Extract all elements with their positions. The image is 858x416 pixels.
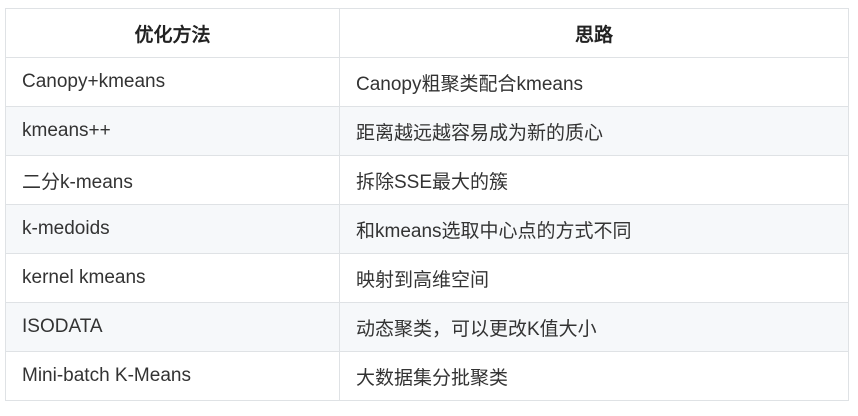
cell-method: kmeans++ — [5, 106, 340, 156]
table-row: Canopy+kmeans Canopy粗聚类配合kmeans — [5, 57, 849, 107]
table-row: 二分k-means 拆除SSE最大的簇 — [5, 155, 849, 205]
table-row: k-medoids 和kmeans选取中心点的方式不同 — [5, 204, 849, 254]
cell-method: k-medoids — [5, 204, 340, 254]
comparison-table: 优化方法 思路 Canopy+kmeans Canopy粗聚类配合kmeans … — [5, 8, 849, 401]
cell-idea: 距离越远越容易成为新的质心 — [339, 106, 849, 156]
table-row: kernel kmeans 映射到高维空间 — [5, 253, 849, 303]
cell-method: Mini-batch K-Means — [5, 351, 340, 401]
comparison-table-container: 优化方法 思路 Canopy+kmeans Canopy粗聚类配合kmeans … — [5, 8, 849, 401]
cell-method: ISODATA — [5, 302, 340, 352]
cell-idea: 和kmeans选取中心点的方式不同 — [339, 204, 849, 254]
cell-idea: Canopy粗聚类配合kmeans — [339, 57, 849, 107]
cell-idea: 大数据集分批聚类 — [339, 351, 849, 401]
cell-idea: 映射到高维空间 — [339, 253, 849, 303]
table-header-row: 优化方法 思路 — [5, 8, 849, 58]
cell-idea: 拆除SSE最大的簇 — [339, 155, 849, 205]
header-idea: 思路 — [339, 8, 849, 58]
cell-idea: 动态聚类，可以更改K值大小 — [339, 302, 849, 352]
cell-method: 二分k-means — [5, 155, 340, 205]
cell-method: kernel kmeans — [5, 253, 340, 303]
cell-method: Canopy+kmeans — [5, 57, 340, 107]
table-row: ISODATA 动态聚类，可以更改K值大小 — [5, 302, 849, 352]
table-row: kmeans++ 距离越远越容易成为新的质心 — [5, 106, 849, 156]
header-method: 优化方法 — [5, 8, 340, 58]
table-row: Mini-batch K-Means 大数据集分批聚类 — [5, 351, 849, 401]
